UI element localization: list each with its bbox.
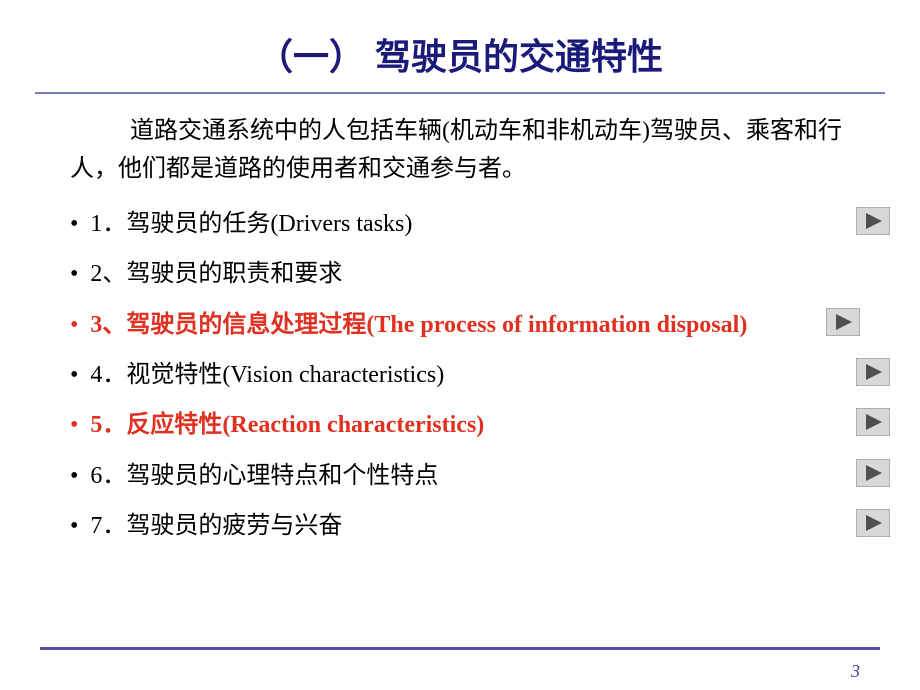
list-item: • 6．驾驶员的心理特点和个性特点 [70, 451, 850, 501]
bullet-icon: • [70, 255, 78, 293]
play-icon[interactable] [856, 408, 890, 436]
bullet-icon: • [70, 406, 78, 444]
item-text: 4．视觉特性(Vision characteristics) [90, 356, 850, 394]
bullet-icon: • [70, 457, 78, 495]
play-icon[interactable] [856, 459, 890, 487]
slide-title: （一） 驾驶员的交通特性 [0, 0, 920, 92]
play-icon[interactable] [856, 358, 890, 386]
bullet-icon: • [70, 507, 78, 545]
list-item: • 5．反应特性(Reaction characteristics) [70, 400, 850, 450]
page-number: 3 [851, 661, 860, 682]
list-item: • 1．驾驶员的任务(Drivers tasks) [70, 199, 850, 249]
bottom-divider [40, 647, 880, 650]
item-text: 1．驾驶员的任务(Drivers tasks) [90, 205, 850, 243]
item-text: 6．驾驶员的心理特点和个性特点 [90, 457, 850, 495]
list-item: • 2、驾驶员的职责和要求 [70, 249, 850, 299]
list-item: • 4．视觉特性(Vision characteristics) [70, 350, 850, 400]
bullet-icon: • [70, 205, 78, 243]
content-list: • 1．驾驶员的任务(Drivers tasks) • 2、驾驶员的职责和要求 … [0, 199, 920, 552]
item-text: 7．驾驶员的疲劳与兴奋 [90, 507, 850, 545]
play-icon[interactable] [826, 308, 860, 336]
list-item: • 7．驾驶员的疲劳与兴奋 [70, 501, 850, 551]
bullet-icon: • [70, 356, 78, 394]
list-item: • 3、驾驶员的信息处理过程(The process of informatio… [70, 300, 850, 350]
item-text: 2、驾驶员的职责和要求 [90, 255, 850, 293]
play-icon[interactable] [856, 509, 890, 537]
item-text: 3、驾驶员的信息处理过程(The process of information … [90, 306, 850, 344]
bullet-icon: • [70, 306, 78, 344]
intro-paragraph: 道路交通系统中的人包括车辆(机动车和非机动车)驾驶员、乘客和行人，他们都是道路的… [0, 112, 920, 199]
play-icon[interactable] [856, 207, 890, 235]
item-text: 5．反应特性(Reaction characteristics) [90, 406, 850, 444]
title-underline [35, 92, 885, 94]
